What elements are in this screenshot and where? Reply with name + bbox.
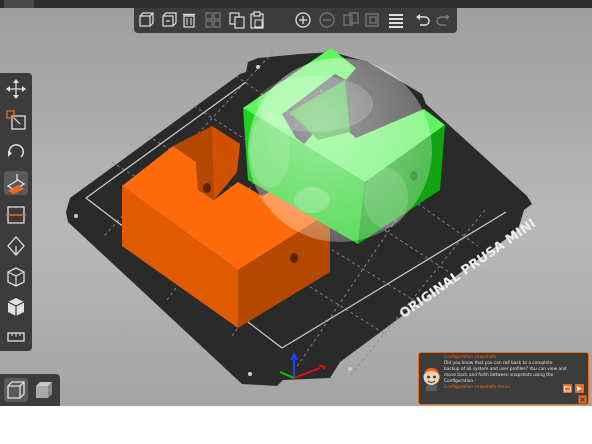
paste-button[interactable] — [248, 11, 266, 29]
view-mode-toolbar — [0, 374, 60, 406]
add-instance-icon — [295, 12, 311, 28]
remove-instance-icon — [319, 12, 335, 28]
scale-icon — [6, 110, 26, 130]
move-tool-button[interactable] — [4, 77, 28, 101]
hollow-tool-button[interactable] — [4, 295, 28, 319]
place-on-face-icon — [6, 174, 26, 194]
arrange-icon — [205, 12, 221, 28]
preview-button[interactable] — [32, 378, 56, 402]
paint-supports-tool-button[interactable] — [4, 234, 28, 258]
hint-notification: Configuration snapshots Did you know tha… — [418, 352, 589, 405]
cut-icon — [6, 206, 26, 224]
split-objects-icon — [343, 12, 359, 26]
cube-solid-icon — [36, 382, 52, 398]
gizmo-toolbar — [0, 73, 32, 351]
scale-tool-button[interactable] — [4, 108, 28, 132]
hint-close-button[interactable] — [578, 395, 587, 404]
hollow-icon — [7, 298, 25, 316]
top-toolbar — [134, 8, 457, 33]
hint-open-button[interactable] — [563, 384, 572, 393]
hint-text: Configuration snapshots Did you know tha… — [444, 355, 567, 390]
delete-icon — [162, 12, 177, 27]
next-hint-icon — [577, 386, 582, 391]
tab-filament-settings[interactable] — [110, 0, 168, 8]
seam-painting-tool-button[interactable] — [4, 265, 28, 289]
rotate-tool-button[interactable] — [4, 139, 28, 163]
cube-wireframe-icon — [7, 381, 25, 399]
prusaslicer-window: ORIGINAL PRUSA MINI Configuration snapsh… — [0, 0, 592, 444]
hint-next-button[interactable] — [575, 384, 584, 393]
copy-button[interactable] — [228, 11, 246, 29]
delete-all-button[interactable] — [180, 11, 198, 29]
move-icon — [6, 79, 26, 99]
rotate-icon — [8, 144, 24, 158]
paint-supports-icon — [7, 236, 25, 256]
arrange-button[interactable] — [204, 11, 222, 29]
tab-print-settings[interactable] — [40, 0, 98, 8]
delete-all-icon — [183, 13, 195, 28]
3d-scene[interactable]: ORIGINAL PRUSA MINI — [0, 8, 592, 406]
measure-tool-button[interactable] — [4, 325, 28, 349]
tab-bar — [0, 0, 592, 8]
place-on-face-tool-button[interactable] — [4, 171, 28, 195]
hint-body: Did you know that you can roll back to a… — [444, 360, 567, 384]
add-instance-button[interactable] — [294, 11, 312, 29]
face-highlight-sphere — [248, 58, 432, 242]
tab-plater[interactable] — [4, 0, 34, 8]
split-parts-icon — [365, 13, 379, 27]
measure-icon — [7, 332, 25, 342]
tab-printer-settings[interactable] — [180, 0, 238, 8]
undo-button[interactable] — [414, 11, 432, 29]
copy-icon — [229, 12, 245, 29]
redo-icon — [436, 14, 450, 26]
split-parts-button[interactable] — [364, 11, 382, 29]
cut-tool-button[interactable] — [4, 203, 28, 227]
remove-instance-button[interactable] — [318, 11, 336, 29]
hint-link[interactable]: Configuration snapshots menu — [444, 385, 567, 391]
open-folder-icon — [564, 386, 571, 392]
split-objects-button[interactable] — [342, 11, 360, 29]
3d-view-button[interactable] — [4, 378, 28, 402]
layer-editing-button[interactable] — [387, 11, 405, 29]
paste-icon — [250, 11, 264, 29]
seam-painting-icon — [7, 267, 25, 287]
add-button[interactable] — [137, 11, 155, 29]
redo-button[interactable] — [434, 11, 452, 29]
close-icon — [578, 395, 587, 404]
3d-scene-viewport[interactable]: ORIGINAL PRUSA MINI Configuration snapsh… — [0, 8, 592, 406]
layers-icon — [389, 14, 403, 28]
add-icon — [139, 12, 154, 27]
undo-icon — [416, 14, 430, 26]
delete-button[interactable] — [160, 11, 178, 29]
hint-avatar-icon — [423, 368, 440, 391]
